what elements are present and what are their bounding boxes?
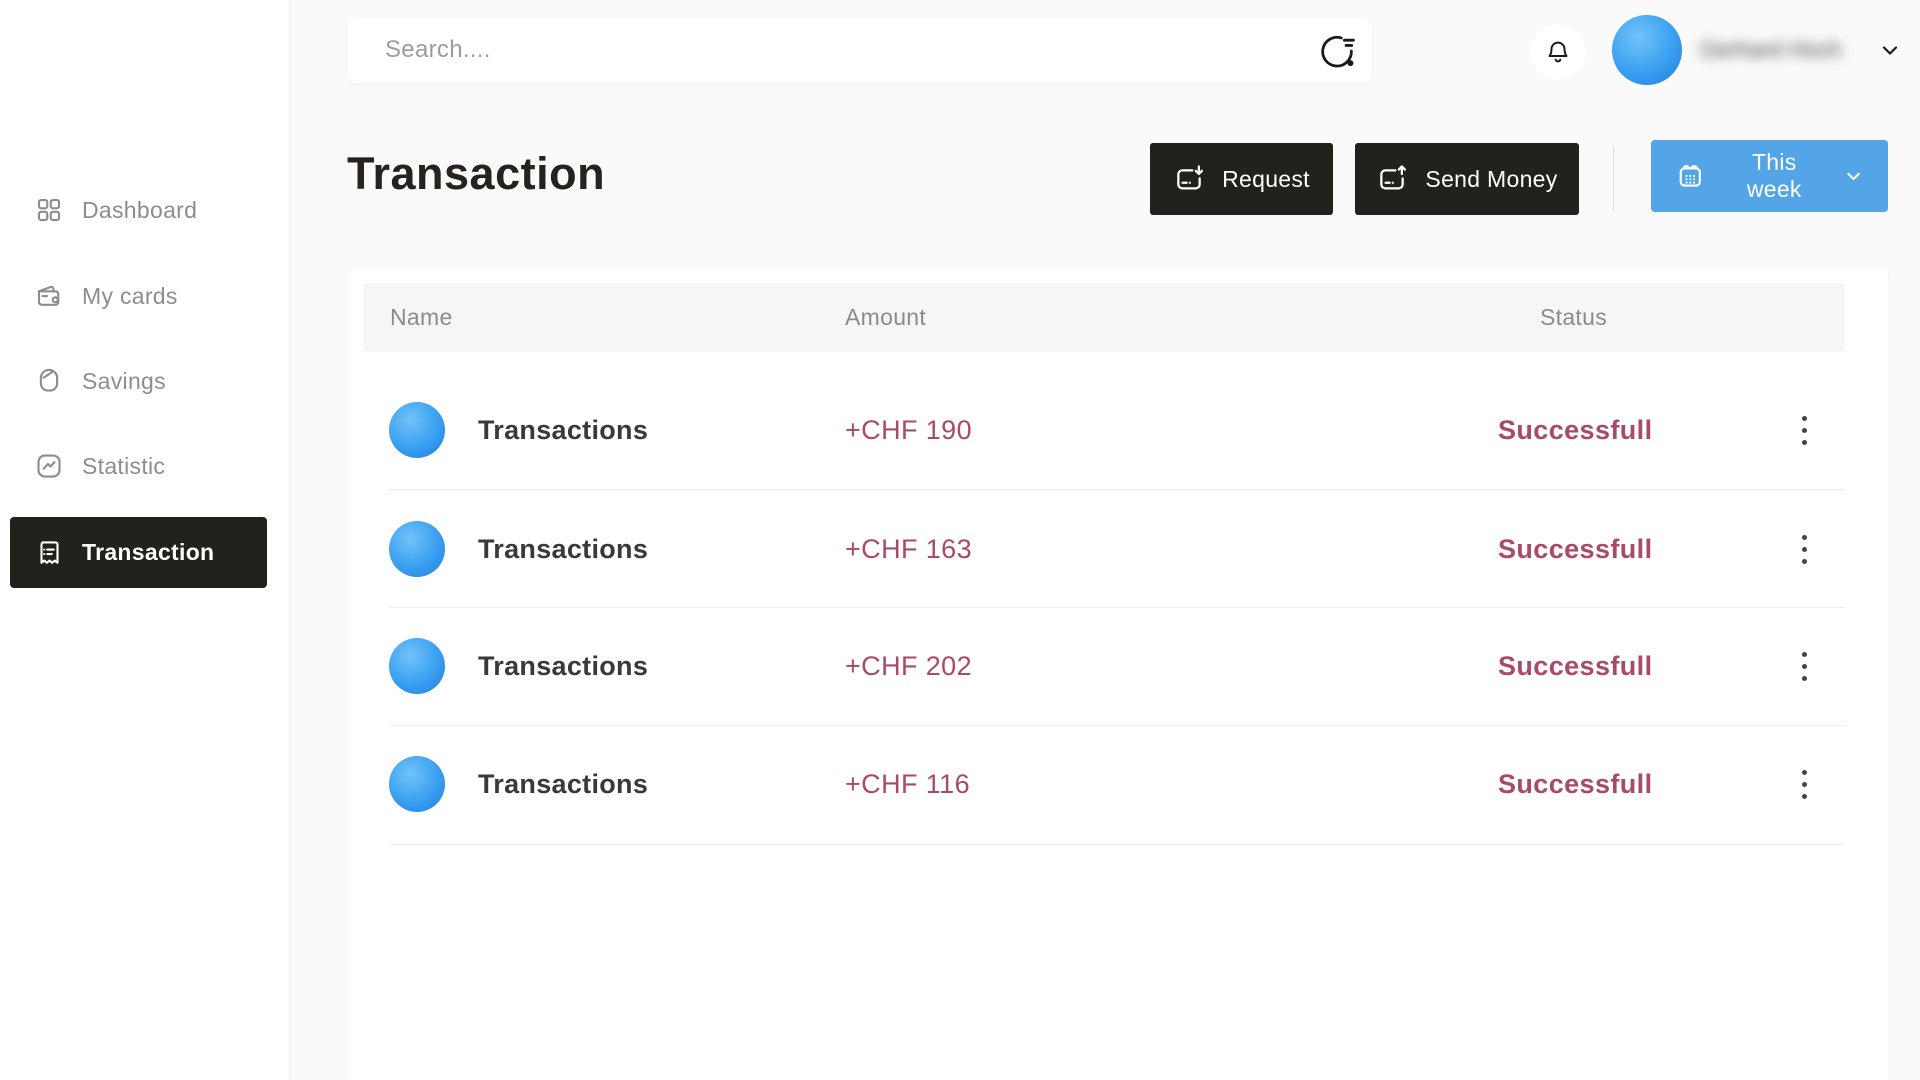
user-menu[interactable]: Gerhard Hoch [1612,14,1902,86]
row-menu-button[interactable] [1784,646,1824,686]
transaction-name: Transactions [478,402,648,458]
transaction-name: Transactions [478,756,648,812]
row-separator [389,607,1845,608]
table-row[interactable]: Transactions +CHF 116 Successfull [347,756,1888,812]
row-separator [389,844,1845,845]
savings-pot-icon [34,366,64,396]
send-money-button-label: Send Money [1425,166,1557,193]
table-header-row: Name Amount Status [363,283,1845,352]
row-menu-button[interactable] [1784,764,1824,804]
search-bar [347,17,1372,83]
sidebar-item-my-cards[interactable]: My cards [34,274,178,318]
transaction-status: Successfull [1498,521,1652,577]
row-separator [389,725,1845,726]
sidebar-item-label: My cards [82,283,178,310]
bell-icon [1544,38,1572,66]
sidebar-item-label: Savings [82,368,166,395]
sidebar-item-savings[interactable]: Savings [34,359,166,403]
table-row[interactable]: Transactions +CHF 190 Successfull [347,402,1888,458]
send-money-button[interactable]: Send Money [1355,143,1579,215]
transaction-name: Transactions [478,521,648,577]
transaction-name: Transactions [478,638,648,694]
card-send-icon [1376,163,1408,195]
sidebar-item-transaction[interactable]: Transaction [10,517,267,588]
statistic-icon [34,451,64,481]
sidebar-item-label: Transaction [82,539,214,566]
calendar-icon [1675,160,1706,192]
column-header-amount: Amount [845,283,926,352]
transaction-amount: +CHF 163 [845,521,972,577]
chevron-down-icon [1843,165,1864,187]
column-header-status: Status [1540,283,1607,352]
notifications-button[interactable] [1530,24,1586,80]
sidebar-item-label: Dashboard [82,197,197,224]
sidebar: Dashboard My cards Savings Statistic Tra… [0,0,290,1080]
transaction-amount: +CHF 190 [845,402,972,458]
transaction-status: Successfull [1498,638,1652,694]
sidebar-item-label: Statistic [82,453,165,480]
date-filter-label: This week [1724,149,1825,203]
search-button[interactable] [1302,17,1372,83]
transaction-amount: +CHF 202 [845,638,972,694]
transaction-status: Successfull [1498,756,1652,812]
transaction-status: Successfull [1498,402,1652,458]
row-separator [389,489,1845,490]
search-input[interactable] [347,17,1302,83]
transactions-table: Name Amount Status Transactions +CHF 190… [347,268,1888,1080]
row-menu-button[interactable] [1784,529,1824,569]
date-filter-button[interactable]: This week [1651,140,1888,212]
header-divider [1613,146,1614,210]
search-icon [1316,29,1358,71]
transaction-avatar [389,402,445,458]
chevron-down-icon [1878,38,1902,62]
sidebar-item-statistic[interactable]: Statistic [34,444,165,488]
user-name: Gerhard Hoch [1700,37,1860,63]
avatar [1612,15,1682,85]
request-button[interactable]: Request [1150,143,1333,215]
row-menu-button[interactable] [1784,410,1824,450]
column-header-name: Name [390,283,453,352]
sidebar-item-dashboard[interactable]: Dashboard [34,188,197,232]
wallet-icon [34,281,64,311]
table-row[interactable]: Transactions +CHF 163 Successfull [347,521,1888,577]
card-receive-icon [1173,163,1205,195]
transaction-amount: +CHF 116 [845,756,970,812]
table-row[interactable]: Transactions +CHF 202 Successfull [347,638,1888,694]
transaction-avatar [389,521,445,577]
receipt-icon [34,538,64,568]
request-button-label: Request [1222,166,1310,193]
page-title: Transaction [347,148,605,200]
transaction-avatar [389,638,445,694]
transaction-avatar [389,756,445,812]
dashboard-icon [34,195,64,225]
